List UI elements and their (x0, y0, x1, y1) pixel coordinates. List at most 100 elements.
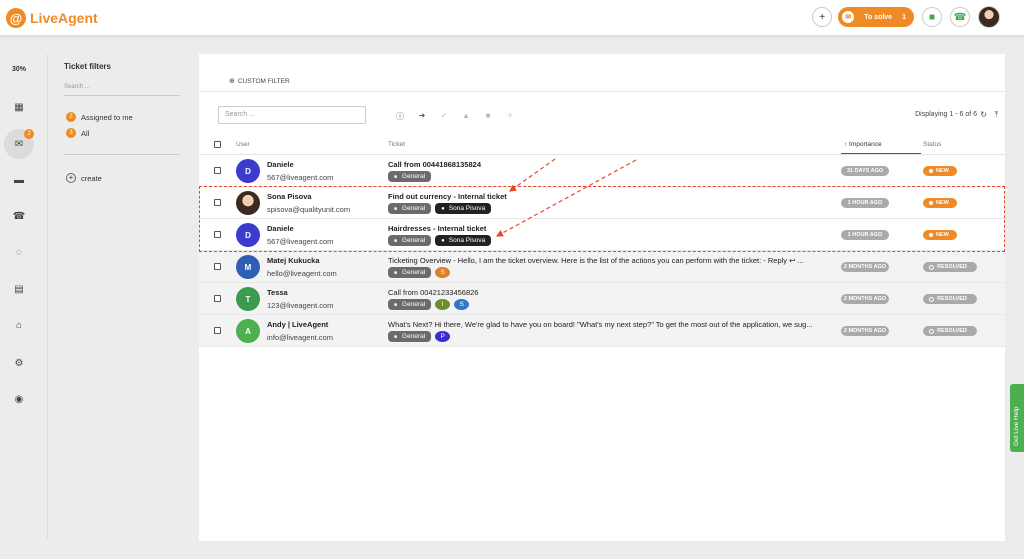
ticket-subject[interactable]: Ticketing Overview - Hello, I am the tic… (388, 256, 838, 265)
avatar (236, 191, 260, 215)
row-checkbox[interactable] (214, 199, 221, 206)
contacts-icon[interactable]: ▤ (4, 274, 34, 304)
status-dot-icon (929, 169, 933, 173)
custom-filter-label: CUSTOM FILTER (237, 77, 290, 85)
logo-mark: @ (6, 8, 26, 28)
magic-wand-icon[interactable]: ✧ (499, 111, 521, 122)
avatar: T (236, 287, 260, 311)
select-all-checkbox[interactable] (214, 141, 221, 148)
agent-tag[interactable]: ● Sona Pisova (435, 235, 492, 246)
ticket-list-panel: Search ... ⓘ ➜ ✓ ▲ ■ ✧ Displaying 1 - 6 … (199, 92, 1005, 541)
avatar: D (236, 159, 260, 183)
add-button[interactable]: + (812, 7, 833, 27)
row-checkbox[interactable] (214, 327, 221, 334)
knowledgebase-icon[interactable]: ⌂ (4, 310, 34, 340)
filters-title: Ticket filters (64, 62, 111, 71)
live-help-tab[interactable]: Get Live Help (1010, 384, 1024, 452)
chat-icon[interactable]: ▬ (4, 165, 34, 195)
tag-badge[interactable]: I (435, 299, 451, 310)
column-user[interactable]: User (236, 141, 250, 148)
ticket-subject[interactable]: What's Next? Hi there, We're glad to hav… (388, 320, 838, 329)
avatar: M (236, 255, 260, 279)
refresh-icon[interactable]: ↻ (980, 110, 987, 119)
person-icon: ● (441, 237, 445, 244)
requester-name[interactable]: Sona Pisova (267, 192, 312, 201)
onboarding-progress[interactable]: 30% (0, 66, 38, 73)
user-avatar[interactable] (978, 6, 1000, 28)
delete-icon[interactable]: ■ (477, 111, 499, 122)
dashboard-icon[interactable]: ▦ (4, 92, 34, 122)
tag-badge[interactable]: S (454, 299, 470, 310)
spam-icon[interactable]: ▲ (455, 111, 477, 122)
requester-name[interactable]: Tessa (267, 288, 288, 297)
row-checkbox[interactable] (214, 167, 221, 174)
department-tag[interactable]: ■ General (388, 203, 432, 214)
tickets-badge: 2 (24, 129, 34, 139)
agent-tag[interactable]: ● Sona Pisova (435, 203, 492, 214)
requester-name[interactable]: Andy | LiveAgent (267, 320, 328, 329)
to-solve-label: To solve (864, 13, 893, 21)
ticket-row[interactable]: D Daniele 567@liveagent.com Call from 00441… (199, 155, 1005, 187)
row-checkbox[interactable] (214, 263, 221, 270)
column-importance[interactable]: ↑ Importance (844, 141, 882, 148)
info-icon[interactable]: ⓘ (389, 111, 411, 122)
plugins-icon[interactable]: ◉ (4, 384, 34, 414)
column-ticket[interactable]: Ticket (388, 141, 405, 148)
row-checkbox[interactable] (214, 231, 221, 238)
ticket-search-input[interactable]: Search ... (218, 106, 366, 124)
resolved-icon (929, 296, 934, 302)
filter-all[interactable]: 3 All (66, 128, 89, 138)
requester-name[interactable]: Daniele (267, 224, 294, 233)
requester-email: 567@liveagent.com (267, 237, 334, 246)
chat-status-icon[interactable]: ■ (922, 7, 942, 27)
forward-icon[interactable]: ➜ (411, 111, 433, 122)
create-filter-button[interactable]: + create (66, 173, 102, 183)
ticket-subject[interactable]: Call from 00421233456826 (388, 288, 838, 297)
filter-count: 2 (66, 112, 76, 122)
ticket-row[interactable]: Sona Pisova spisova@qualityunit.com Find o… (199, 187, 1005, 219)
settings-icon[interactable]: ⚙ (4, 348, 34, 378)
department-tag[interactable]: ■ General (388, 331, 432, 342)
folder-icon: ■ (394, 269, 398, 276)
add-circle-icon: ⊕ (229, 78, 235, 85)
to-solve-button[interactable]: ✉ To solve 1 (838, 7, 914, 27)
department-tag[interactable]: ■ General (388, 267, 432, 278)
row-checkbox[interactable] (214, 295, 221, 302)
column-status[interactable]: Status (923, 141, 941, 148)
filter-assigned-to-me[interactable]: 2 Assigned to me (66, 112, 133, 122)
department-tag[interactable]: ■ General (388, 235, 432, 246)
department-tag[interactable]: ■ General (388, 299, 432, 310)
ticket-row[interactable]: M Matej Kukucka hello@liveagent.com Ticketi… (199, 251, 1005, 283)
ticket-subject[interactable]: Call from 00441868135824 (388, 160, 838, 169)
ticket-tags: ■ General ● Sona Pisova (388, 235, 495, 246)
ticket-subject[interactable]: Hairdresses - Internal ticket (388, 224, 838, 233)
tickets-icon[interactable]: ✉ 2 (4, 129, 34, 159)
phone-status-icon[interactable]: ☎ (950, 7, 970, 27)
ticket-subject[interactable]: Find out currency - Internal ticket (388, 192, 838, 201)
live-help-label: Get Live Help (1013, 406, 1020, 446)
status-badge: RESOLVED (923, 326, 977, 336)
filter-label: All (81, 128, 90, 138)
ticket-row[interactable]: T Tessa 123@liveagent.com Call from 0042123… (199, 283, 1005, 315)
status-dot-icon (929, 233, 933, 237)
avatar: A (236, 319, 260, 343)
requester-name[interactable]: Matej Kukucka (267, 256, 320, 265)
create-label: create (81, 173, 102, 183)
to-solve-count: 1 (902, 13, 906, 21)
age-badge: 2 MONTHS AGO (841, 294, 889, 304)
custom-filter-button[interactable]: ⊕ CUSTOM FILTER (229, 77, 290, 86)
logo[interactable]: @ LiveAgent (6, 8, 98, 28)
resolve-icon[interactable]: ✓ (433, 111, 455, 122)
requester-name[interactable]: Daniele (267, 160, 294, 169)
ticket-row[interactable]: A Andy | LiveAgent info@liveagent.com What'… (199, 315, 1005, 347)
department-tag[interactable]: ■ General (388, 171, 432, 182)
collapse-icon[interactable]: ⤒ (994, 110, 998, 120)
phone-icon[interactable]: ☎ (4, 201, 34, 231)
ticket-row[interactable]: D Daniele 567@liveagent.com Hairdresses - I… (199, 219, 1005, 251)
filters-search-input[interactable]: Search ... (64, 82, 180, 96)
tag-badge[interactable]: P (435, 331, 451, 342)
tag-badge[interactable]: S (435, 267, 451, 278)
reports-icon[interactable]: ◌ (4, 237, 34, 267)
age-badge: 1 HOUR AGO (841, 198, 889, 208)
age-badge: 2 MONTHS AGO (841, 326, 889, 336)
